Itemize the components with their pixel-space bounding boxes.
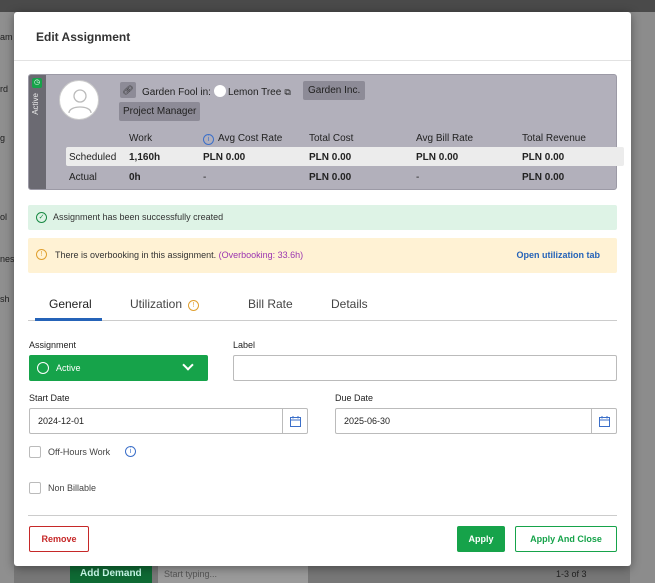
background-topbar [0,0,655,12]
row-label: Actual [69,172,97,183]
person-icon [68,89,92,114]
column-header-label: Avg Cost Rate [218,133,283,144]
calendar-icon [290,416,301,427]
off-hours-label: Off-Hours Work [48,447,111,457]
status-active-icon: ◷ [32,78,42,88]
client-tag: Garden Inc. [303,81,366,100]
tab-details[interactable]: Details [331,297,368,311]
tab-bill-rate[interactable]: Bill Rate [248,297,293,311]
avatar [59,80,99,120]
info-icon[interactable]: i [125,446,136,457]
tab-label: Utilization [130,297,183,311]
label-input[interactable] [233,355,617,381]
info-icon[interactable]: i [203,134,214,145]
clock-icon [37,362,49,374]
background-text: am [0,32,13,42]
cell-avg-cost-rate: - [203,172,207,183]
success-message: Assignment has been successfully created [53,212,224,222]
column-header: Work [129,133,153,144]
remove-button[interactable]: Remove [29,526,89,552]
start-date-input[interactable] [29,408,283,434]
off-hours-checkbox[interactable] [29,446,41,458]
status-strip: ◷ Active [29,75,46,189]
background-text: nes [0,254,15,264]
tab-general[interactable]: General [49,297,92,311]
edit-assignment-modal: Edit Assignment ◷ Active 🔗︎ Garden Fool … [14,12,631,566]
cell-total-revenue: PLN 0.00 [522,152,565,163]
resource-project-line: Garden Fool in: Lemon Tree ⧉ [142,85,291,98]
status-label: Active [31,93,40,115]
apply-button[interactable]: Apply [457,526,505,552]
cell-total-revenue: PLN 0.00 [522,172,565,183]
project-name[interactable]: Lemon Tree [228,87,281,98]
assignment-summary-card: ◷ Active 🔗︎ Garden Fool in: Lemon Tree ⧉ G… [28,74,624,190]
start-date-calendar-button[interactable] [283,408,308,434]
row-label: Scheduled [69,152,117,163]
assignment-label: Assignment [29,340,77,350]
warning-circle-icon: ! [36,249,47,260]
background-left-panel: am rd g ol nes sh [0,12,15,583]
warning-icon: ! [188,300,200,311]
link-icon[interactable]: 🔗︎ [120,82,136,98]
open-utilization-link[interactable]: Open utilization tab [517,250,601,260]
due-date-calendar-button[interactable] [592,408,617,434]
modal-header: Edit Assignment [14,12,631,61]
background-text: g [0,133,6,143]
cell-avg-bill-rate: PLN 0.00 [416,152,459,163]
column-header: Total Revenue [522,133,586,144]
cell-work: 0h [129,172,141,183]
in-text: in: [200,87,211,98]
external-link-icon[interactable]: ⧉ [284,87,290,98]
assignment-status-value: Active [56,363,81,373]
background-add-demand-button: Add Demand [70,566,152,583]
background-text: rd [0,84,9,94]
apply-and-close-button[interactable]: Apply And Close [515,526,617,552]
cell-total-cost: PLN 0.00 [309,152,352,163]
background-text: sh [0,294,10,304]
overbooking-value: (Overbooking: 33.6h) [218,250,304,260]
cell-work: 1,160h [129,152,161,163]
cell-avg-bill-rate: - [416,172,420,183]
column-header: Total Cost [309,133,354,144]
check-circle-icon: ✓ [36,212,47,223]
success-alert: ✓ Assignment has been successfully creat… [28,205,617,230]
non-billable-label: Non Billable [48,483,97,493]
cell-avg-cost-rate: PLN 0.00 [203,152,246,163]
label-field-label: Label [233,340,256,350]
due-date-input[interactable] [335,408,592,434]
start-date-label: Start Date [29,393,70,403]
assignment-status-select[interactable]: Active [29,355,208,381]
cell-total-cost: PLN 0.00 [309,172,352,183]
non-billable-checkbox[interactable] [29,482,41,494]
due-date-label: Due Date [335,393,374,403]
calendar-icon [599,416,610,427]
background-pagination: 1-3 of 3 [556,569,587,579]
project-color-dot [213,85,226,97]
background-right-panel [630,12,655,583]
role-tag: Project Manager [119,102,201,121]
chevron-down-icon [182,359,194,371]
background-search-input: Start typing... [158,566,308,583]
active-tab-indicator [35,318,102,321]
tab-bar: General Utilization! Bill Rate Details [28,287,617,321]
warning-alert: ! There is overbooking in this assignmen… [28,238,617,273]
modal-title: Edit Assignment [36,30,131,44]
column-header-avg-cost: i Avg Cost Rate [203,133,282,145]
tab-utilization[interactable]: Utilization! [130,297,200,311]
background-text: ol [0,212,8,222]
column-header: Avg Bill Rate [416,133,474,144]
warning-message: There is overbooking in this assignment. [55,250,217,260]
footer-divider [28,515,617,516]
resource-name[interactable]: Garden Fool [142,87,198,98]
